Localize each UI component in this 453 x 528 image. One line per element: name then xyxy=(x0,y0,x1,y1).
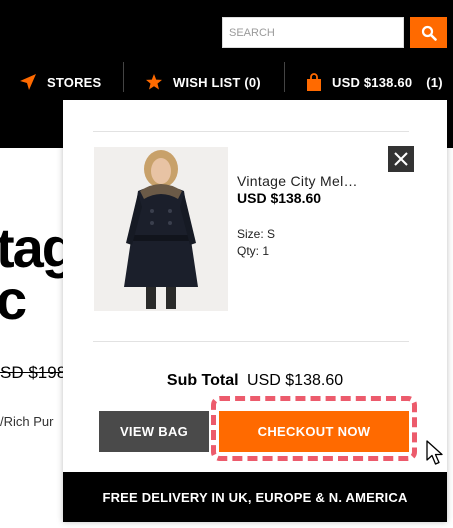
nav-bag-link[interactable]: USD $138.60 (1) xyxy=(306,62,443,102)
product-image xyxy=(94,147,228,311)
item-price: USD $138.60 xyxy=(237,190,322,206)
mini-bag-dropdown: Vintage City Mel… USD $138.60 Size: S Qt… xyxy=(63,100,447,522)
product-thumbnail[interactable] xyxy=(94,147,228,311)
nav-wishlist-label: WISH LIST (0) xyxy=(173,74,261,90)
location-arrow-icon xyxy=(20,74,36,90)
product-original-price-partial: SD $198. xyxy=(0,363,71,382)
item-size: Size: S xyxy=(237,227,276,241)
search-icon xyxy=(421,25,437,41)
view-bag-button[interactable]: VIEW BAG xyxy=(99,411,209,452)
mouse-pointer-icon xyxy=(426,440,443,465)
nav-stores-link[interactable]: STORES xyxy=(19,62,101,102)
search-input[interactable] xyxy=(222,17,404,48)
nav-wishlist-link[interactable]: WISH LIST (0) xyxy=(145,62,261,102)
subtotal-value: USD $138.60 xyxy=(247,372,344,389)
top-nav: STORES WISH LIST (0) USD $138.60 (1) xyxy=(0,62,453,102)
search-button[interactable] xyxy=(410,17,447,48)
nav-bag-total: USD $138.60 xyxy=(332,74,413,90)
nav-divider xyxy=(284,62,285,92)
item-qty: Qty: 1 xyxy=(237,244,270,258)
divider xyxy=(93,131,409,132)
shopping-bag-icon xyxy=(307,73,321,91)
nav-stores-label: STORES xyxy=(47,74,102,90)
nav-bag-count: (1) xyxy=(426,74,443,90)
subtotal-label: Sub Total xyxy=(166,372,239,389)
divider xyxy=(93,341,409,342)
nav-divider xyxy=(123,62,124,92)
product-color-partial: /Rich Pur xyxy=(0,414,54,429)
item-name[interactable]: Vintage City Mel… xyxy=(237,173,358,189)
star-icon xyxy=(146,74,162,90)
close-icon xyxy=(394,152,408,166)
remove-item-button[interactable] xyxy=(388,146,414,172)
checkout-highlight-outline xyxy=(211,396,417,461)
subtotal: Sub Total USD $138.60 xyxy=(63,372,447,390)
free-delivery-banner: FREE DELIVERY IN UK, EUROPE & N. AMERICA xyxy=(63,472,447,522)
